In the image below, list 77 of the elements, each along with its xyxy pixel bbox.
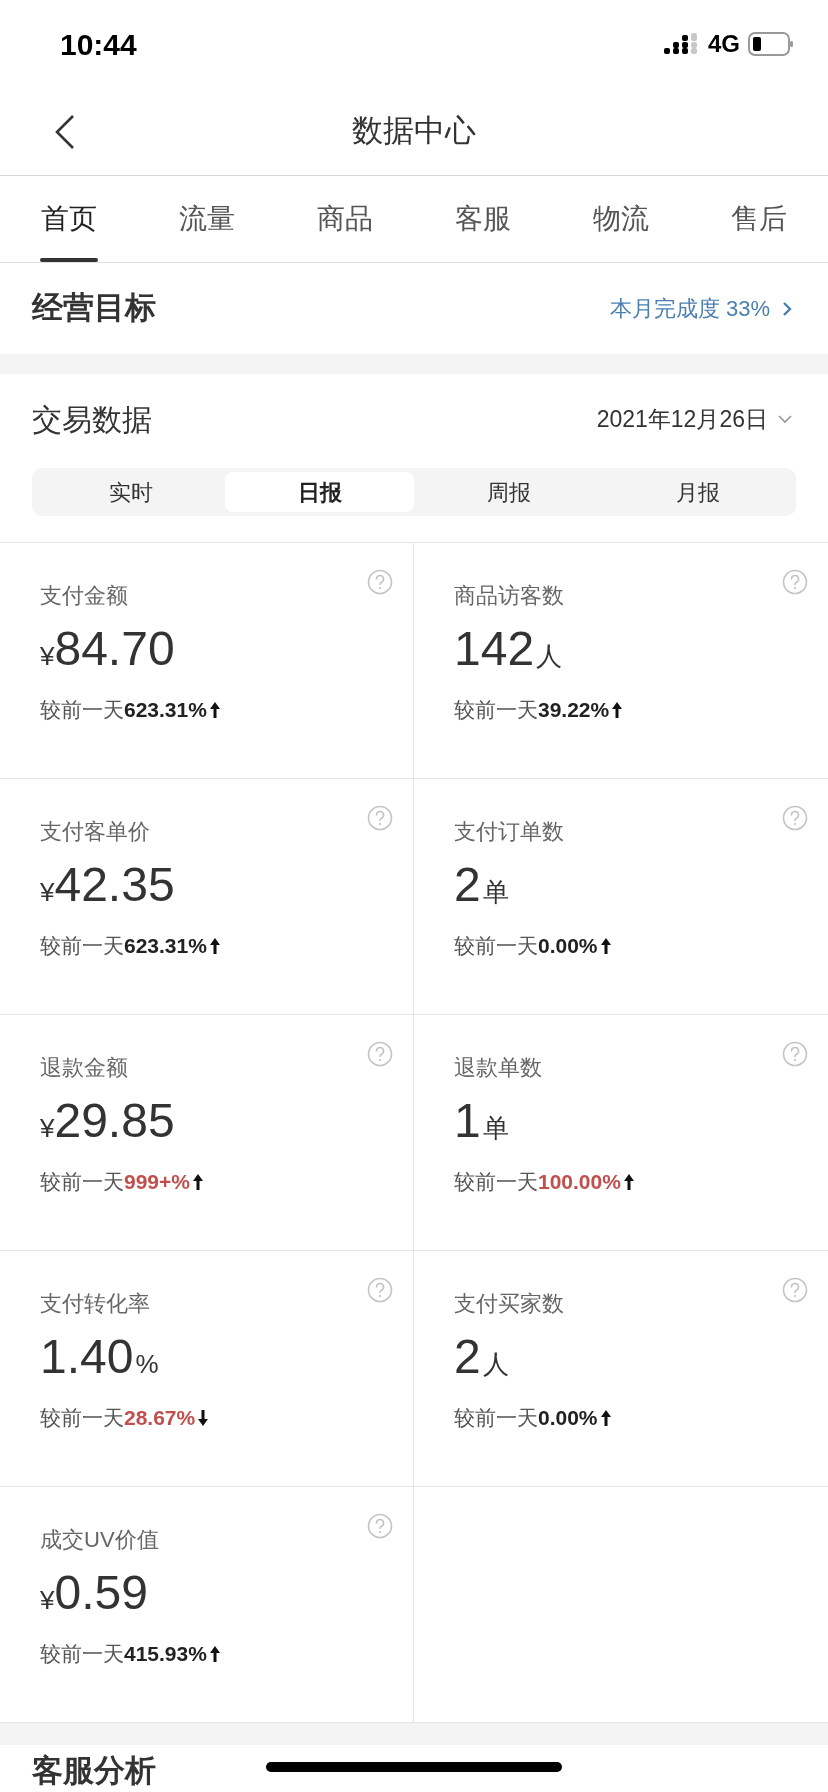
signal-icon (664, 33, 700, 55)
help-icon[interactable] (367, 569, 393, 595)
section-title: 客服分析 (32, 1753, 156, 1789)
change-value: 415.93% (124, 1641, 207, 1668)
status-time: 10:44 (60, 26, 137, 63)
change-value: 0.00% (538, 933, 598, 960)
compare-label: 较前一天 (40, 1405, 124, 1432)
metric-unit: 人 (536, 640, 563, 673)
tab[interactable]: 首页 (0, 176, 138, 262)
change-value: 28.67% (124, 1405, 196, 1432)
metric-value: 84.70 (54, 621, 175, 677)
compare-label: 较前一天 (454, 1405, 538, 1432)
metric-unit: 单 (482, 876, 509, 909)
change-value: 100.00% (538, 1169, 621, 1196)
metric-value: 0.59 (54, 1565, 148, 1621)
change-value: 999+% (124, 1169, 190, 1196)
compare-label: 较前一天 (454, 933, 538, 960)
metric-value: 2 (454, 857, 481, 913)
help-icon[interactable] (367, 1277, 393, 1303)
metric-value: 1 (454, 1093, 481, 1149)
compare-label: 较前一天 (454, 697, 538, 724)
section-title: 经营目标 (32, 289, 156, 328)
help-icon[interactable] (367, 805, 393, 831)
metric-value: 1.40 (40, 1329, 134, 1385)
chevron-down-icon (778, 414, 792, 424)
tab[interactable]: 流量 (138, 176, 276, 262)
compare-label: 较前一天 (40, 1169, 124, 1196)
currency-symbol: ¥ (40, 877, 55, 909)
period-tab[interactable]: 日报 (225, 472, 414, 512)
metric-label: 支付买家数 (454, 1290, 564, 1318)
metric-value: 29.85 (54, 1093, 175, 1149)
help-icon[interactable] (782, 805, 808, 831)
metric-unit: 人 (482, 1348, 509, 1381)
metric-label: 退款金额 (40, 1054, 128, 1082)
page-title: 数据中心 (352, 112, 476, 151)
compare-label: 较前一天 (454, 1169, 538, 1196)
metric-label: 支付金额 (40, 582, 128, 610)
change-value: 39.22% (538, 697, 610, 724)
metric-label: 支付订单数 (454, 818, 564, 846)
battery-icon (748, 32, 794, 56)
period-tab[interactable]: 周报 (414, 472, 603, 512)
currency-symbol: ¥ (40, 1113, 55, 1145)
tab[interactable]: 售后 (690, 176, 828, 262)
period-tab[interactable]: 实时 (36, 472, 225, 512)
change-value: 623.31% (124, 697, 207, 724)
tab[interactable]: 客服 (414, 176, 552, 262)
currency-symbol: ¥ (40, 1585, 55, 1617)
section-title: 交易数据 (32, 401, 152, 438)
help-icon[interactable] (367, 1513, 393, 1539)
goal-progress-link[interactable]: 本月完成度 33% (609, 292, 792, 325)
metric-label: 成交UV价值 (40, 1526, 159, 1554)
metric-unit: % (135, 1348, 159, 1381)
metric-label: 支付转化率 (40, 1290, 150, 1318)
metric-value: 2 (454, 1329, 481, 1385)
network-label: 4G (708, 29, 740, 59)
help-icon[interactable] (782, 1277, 808, 1303)
change-value: 0.00% (538, 1405, 598, 1432)
change-value: 623.31% (124, 933, 207, 960)
tab[interactable]: 物流 (552, 176, 690, 262)
metric-label: 支付客单价 (40, 818, 150, 846)
compare-label: 较前一天 (40, 1641, 124, 1668)
help-icon[interactable] (782, 569, 808, 595)
help-icon[interactable] (782, 1041, 808, 1067)
chevron-right-icon (782, 300, 792, 317)
date-picker[interactable]: 2021年12月26日 (596, 401, 792, 437)
back-icon (54, 114, 76, 150)
metric-label: 退款单数 (454, 1054, 542, 1082)
period-tab[interactable]: 月报 (603, 472, 792, 512)
help-icon[interactable] (367, 1041, 393, 1067)
compare-label: 较前一天 (40, 933, 124, 960)
compare-label: 较前一天 (40, 697, 124, 724)
metric-unit: 单 (482, 1112, 509, 1145)
metric-value: 42.35 (54, 857, 175, 913)
currency-symbol: ¥ (40, 641, 55, 673)
tab[interactable]: 商品 (276, 176, 414, 262)
metric-label: 商品访客数 (454, 582, 564, 610)
metric-value: 142 (454, 621, 535, 677)
